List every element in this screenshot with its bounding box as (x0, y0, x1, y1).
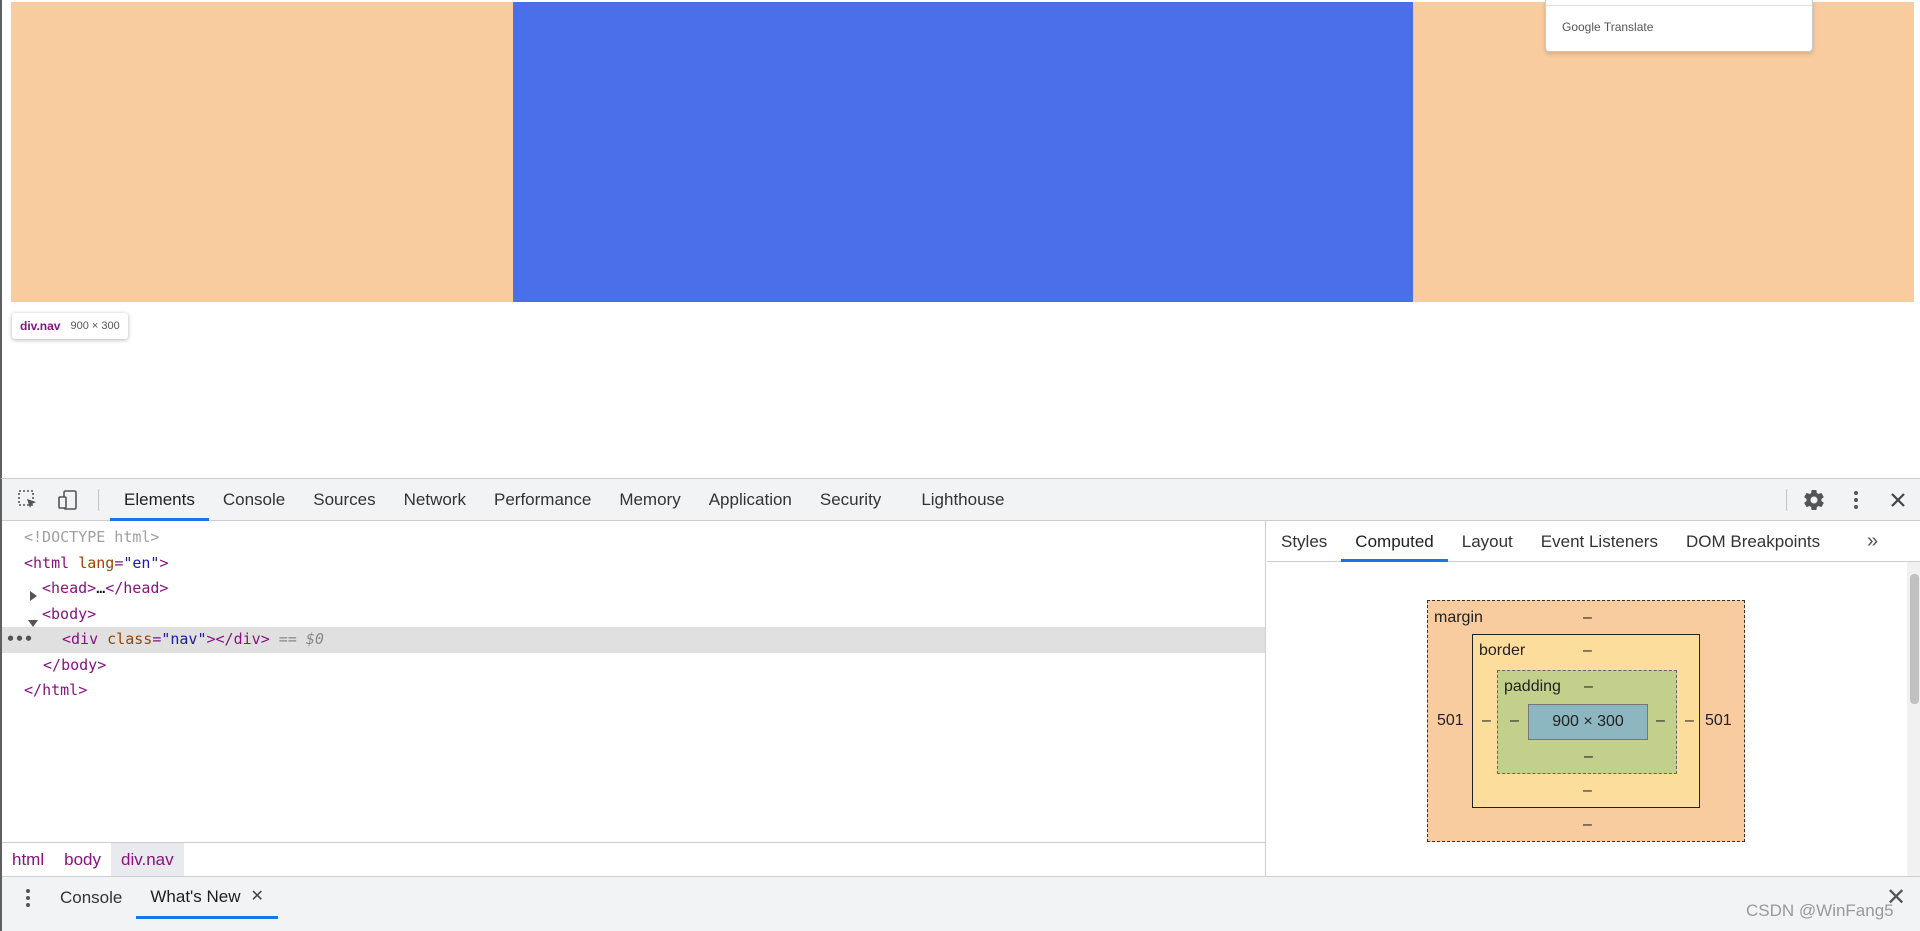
tab-security[interactable]: Security (806, 479, 907, 521)
dom-node-body-close[interactable]: </body> (2, 653, 1265, 679)
translate-divider (1546, 5, 1812, 6)
div-attr-name: class (107, 630, 153, 648)
padding-label: padding (1504, 678, 1561, 695)
margin-left-value: 501 (1437, 712, 1464, 729)
tab-styles[interactable]: Styles (1267, 521, 1341, 562)
chevron-double-right-icon[interactable]: » (1867, 521, 1878, 562)
close-icon[interactable] (1886, 488, 1910, 512)
padding-top-value: – (1584, 678, 1593, 695)
box-model-border[interactable]: border – – – – padding – – – – 900 × 300 (1472, 634, 1700, 808)
devtools-toolbar: Elements Console Sources Network Perform… (2, 479, 1920, 521)
sidebar-tab-strip: Styles Computed Layout Event Listeners D… (1267, 521, 1920, 562)
dom-node-head[interactable]: <head>…</head> (2, 576, 1265, 602)
breadcrumb-div-nav[interactable]: div.nav (111, 843, 184, 876)
google-translate-popup: Google Translate (1545, 0, 1813, 52)
tab-computed[interactable]: Computed (1341, 521, 1448, 562)
body-tag: body (51, 604, 88, 623)
tab-performance[interactable]: Performance (480, 479, 605, 521)
dom-tree: <!DOCTYPE html> <html lang="en"> <head>…… (2, 525, 1265, 704)
nav-element-highlight[interactable] (513, 2, 1413, 302)
padding-bottom-value: – (1584, 748, 1593, 765)
drawer-tab-console[interactable]: Console (46, 877, 136, 919)
margin-label: margin (1434, 609, 1483, 626)
toolbar-separator-right (1786, 489, 1787, 511)
toolbar-separator (98, 489, 99, 511)
tab-dom-breakpoints[interactable]: DOM Breakpoints (1672, 521, 1834, 562)
inspect-tooltip: div.nav 900 × 300 (12, 313, 128, 339)
div-attr-value: "nav" (161, 630, 207, 648)
dom-node-div-nav[interactable]: ••• <div class="nav"></div> == $0 (2, 627, 1265, 653)
screen: div.nav 900 × 300 Google Translate Eleme… (0, 0, 1920, 931)
dom-node-html-close[interactable]: </html> (2, 678, 1265, 704)
selected-node-marker: == $0 (278, 630, 324, 648)
border-bottom-value: – (1583, 782, 1592, 799)
tab-memory[interactable]: Memory (605, 479, 694, 521)
dom-node-body[interactable]: <body> (2, 602, 1265, 628)
html-attr-value: "en" (123, 553, 160, 572)
dom-node-html[interactable]: <html lang="en"> (2, 551, 1265, 577)
border-left-value: – (1482, 712, 1491, 729)
page-viewport: div.nav 900 × 300 Google Translate (0, 0, 1920, 478)
padding-right-value: – (1656, 712, 1665, 729)
breadcrumb-body[interactable]: body (54, 843, 111, 876)
close-tab-icon[interactable]: ✕ (251, 876, 264, 918)
watermark: CSDN @WinFang5 (1746, 901, 1894, 920)
devtools-drawer: Console What's New ✕ CSDN @WinFang5 ✕ (2, 876, 1920, 931)
padding-left-value: – (1510, 712, 1519, 729)
inspect-element-icon[interactable] (16, 488, 40, 512)
tab-layout[interactable]: Layout (1448, 521, 1527, 562)
dom-node-doctype[interactable]: <!DOCTYPE html> (2, 525, 1265, 551)
border-top-value: – (1583, 642, 1592, 659)
tab-lighthouse[interactable]: Lighthouse (907, 479, 1018, 521)
close-drawer-icon[interactable]: ✕ (1886, 883, 1906, 912)
styles-sidebar: Styles Computed Layout Event Listeners D… (1267, 521, 1920, 876)
head-tag: head (51, 579, 88, 597)
drawer-tab-whats-new-label: What's New (150, 886, 241, 906)
translate-brand: Google Translate (1562, 20, 1654, 34)
tab-elements[interactable]: Elements (110, 479, 209, 521)
margin-right-value: 501 (1705, 712, 1732, 729)
drawer-menu-icon[interactable] (16, 886, 40, 910)
drawer-tab-strip: Console What's New ✕ (46, 877, 278, 919)
box-model-padding[interactable]: padding – – – – 900 × 300 (1497, 670, 1677, 774)
sidebar-scrollbar-thumb[interactable] (1910, 574, 1919, 704)
gear-icon[interactable] (1802, 488, 1826, 512)
div-tag: div (71, 630, 99, 648)
tooltip-tag: div.nav (20, 319, 61, 333)
html-tag: html (33, 553, 70, 572)
box-model-margin[interactable]: margin – – 501 501 border – – – – paddin… (1427, 600, 1745, 842)
sidebar-scrollbar[interactable] (1907, 562, 1920, 876)
drawer-tab-console-label: Console (60, 888, 123, 907)
device-toolbar-icon[interactable] (56, 488, 80, 512)
border-label: border (1479, 642, 1526, 659)
tab-network[interactable]: Network (390, 479, 480, 521)
box-model-content[interactable]: 900 × 300 (1528, 704, 1648, 740)
tab-application[interactable]: Application (695, 479, 806, 521)
node-actions-ellipsis[interactable]: ••• (6, 627, 33, 653)
devtools-panel: Elements Console Sources Network Perform… (0, 478, 1920, 931)
border-right-value: – (1685, 712, 1694, 729)
breadcrumb: html body div.nav (2, 842, 1265, 876)
elements-pane: <!DOCTYPE html> <html lang="en"> <head>…… (2, 521, 1266, 876)
margin-bottom-value: – (1583, 816, 1592, 833)
main-tab-strip: Elements Console Sources Network Perform… (110, 479, 1019, 521)
tab-console[interactable]: Console (209, 479, 299, 521)
tooltip-size: 900 × 300 (70, 320, 120, 332)
head-collapsed-ellipsis: … (96, 579, 106, 597)
tab-event-listeners[interactable]: Event Listeners (1527, 521, 1672, 562)
breadcrumb-html[interactable]: html (2, 843, 54, 876)
html-attr-name: lang (78, 553, 115, 572)
tab-sources[interactable]: Sources (299, 479, 389, 521)
more-vertical-icon[interactable] (1844, 488, 1868, 512)
drawer-tab-whats-new[interactable]: What's New ✕ (136, 877, 278, 919)
margin-top-value: – (1583, 609, 1592, 626)
doctype-text: <!DOCTYPE html> (24, 528, 160, 546)
